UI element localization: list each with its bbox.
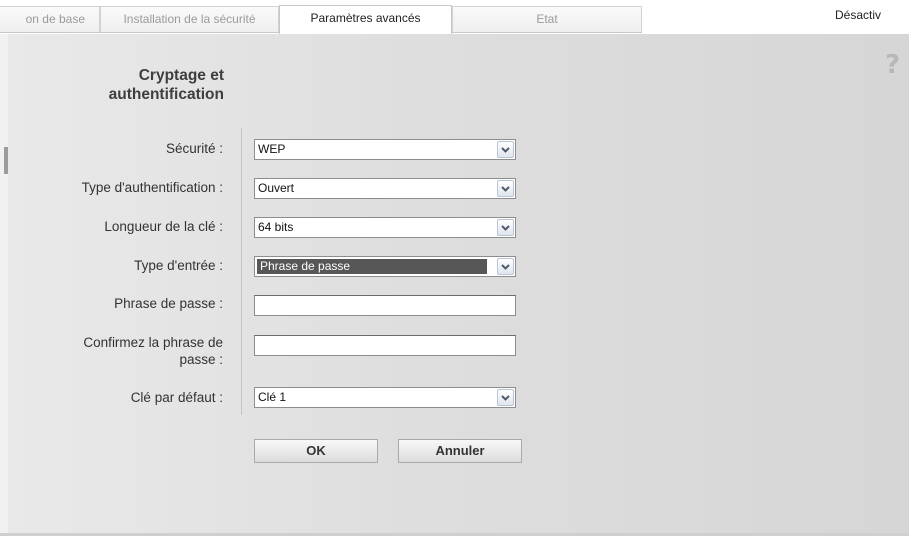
chevron-down-icon <box>501 186 510 192</box>
security-dropdown-button[interactable] <box>497 141 514 158</box>
section-title: Cryptage et authentification <box>40 66 224 104</box>
key-length-label: Longueur de la clé : <box>104 219 223 234</box>
form-divider <box>241 128 242 415</box>
tab-security-setup[interactable]: Installation de la sécurité <box>100 6 279 32</box>
input-type-select[interactable]: Phrase de passe <box>254 256 516 277</box>
security-select[interactable]: WEP <box>254 139 516 160</box>
ok-button[interactable]: OK <box>254 439 378 463</box>
confirm-passphrase-input[interactable] <box>254 335 516 356</box>
input-type-value: Phrase de passe <box>257 259 487 274</box>
section-title-line2: authentification <box>108 86 224 103</box>
key-length-select[interactable]: 64 bits <box>254 217 516 238</box>
default-key-dropdown-button[interactable] <box>497 389 514 406</box>
security-value: WEP <box>258 142 286 156</box>
auth-type-value: Ouvert <box>258 181 295 195</box>
confirm-passphrase-label-line2: passe : <box>179 352 223 367</box>
input-type-dropdown-button[interactable] <box>497 258 514 275</box>
confirm-passphrase-label-line1: Confirmez la phrase de <box>83 335 223 350</box>
passphrase-label: Phrase de passe : <box>114 296 223 311</box>
default-key-value: Clé 1 <box>258 390 287 404</box>
chevron-down-icon <box>501 395 510 401</box>
auth-type-dropdown-button[interactable] <box>497 180 514 197</box>
chevron-down-icon <box>501 264 510 270</box>
input-type-label: Type d'entrée : <box>134 258 223 273</box>
default-key-label: Clé par défaut : <box>130 390 223 405</box>
security-label: Sécurité : <box>165 141 223 156</box>
disable-link[interactable]: Désactiv <box>835 8 881 22</box>
section-title-line1: Cryptage et <box>138 67 224 84</box>
chevron-down-icon <box>501 147 510 153</box>
key-length-value: 64 bits <box>258 220 294 234</box>
confirm-passphrase-label: Confirmez la phrase de passe : <box>20 334 223 368</box>
tab-status[interactable]: Etat <box>452 6 642 32</box>
key-length-dropdown-button[interactable] <box>497 219 514 236</box>
passphrase-input[interactable] <box>254 295 516 316</box>
tab-advanced-settings[interactable]: Paramètres avancés <box>279 5 452 34</box>
help-icon[interactable]: ? <box>885 50 900 80</box>
panel-bottom-border <box>0 533 909 536</box>
auth-type-label: Type d'authentification : <box>81 180 223 195</box>
auth-type-select[interactable]: Ouvert <box>254 178 516 199</box>
cancel-button[interactable]: Annuler <box>398 439 522 463</box>
tab-bar: on de base Installation de la sécurité P… <box>0 0 909 34</box>
chevron-down-icon <box>501 225 510 231</box>
tab-basic-settings[interactable]: on de base <box>0 6 100 32</box>
default-key-select[interactable]: Clé 1 <box>254 387 516 408</box>
